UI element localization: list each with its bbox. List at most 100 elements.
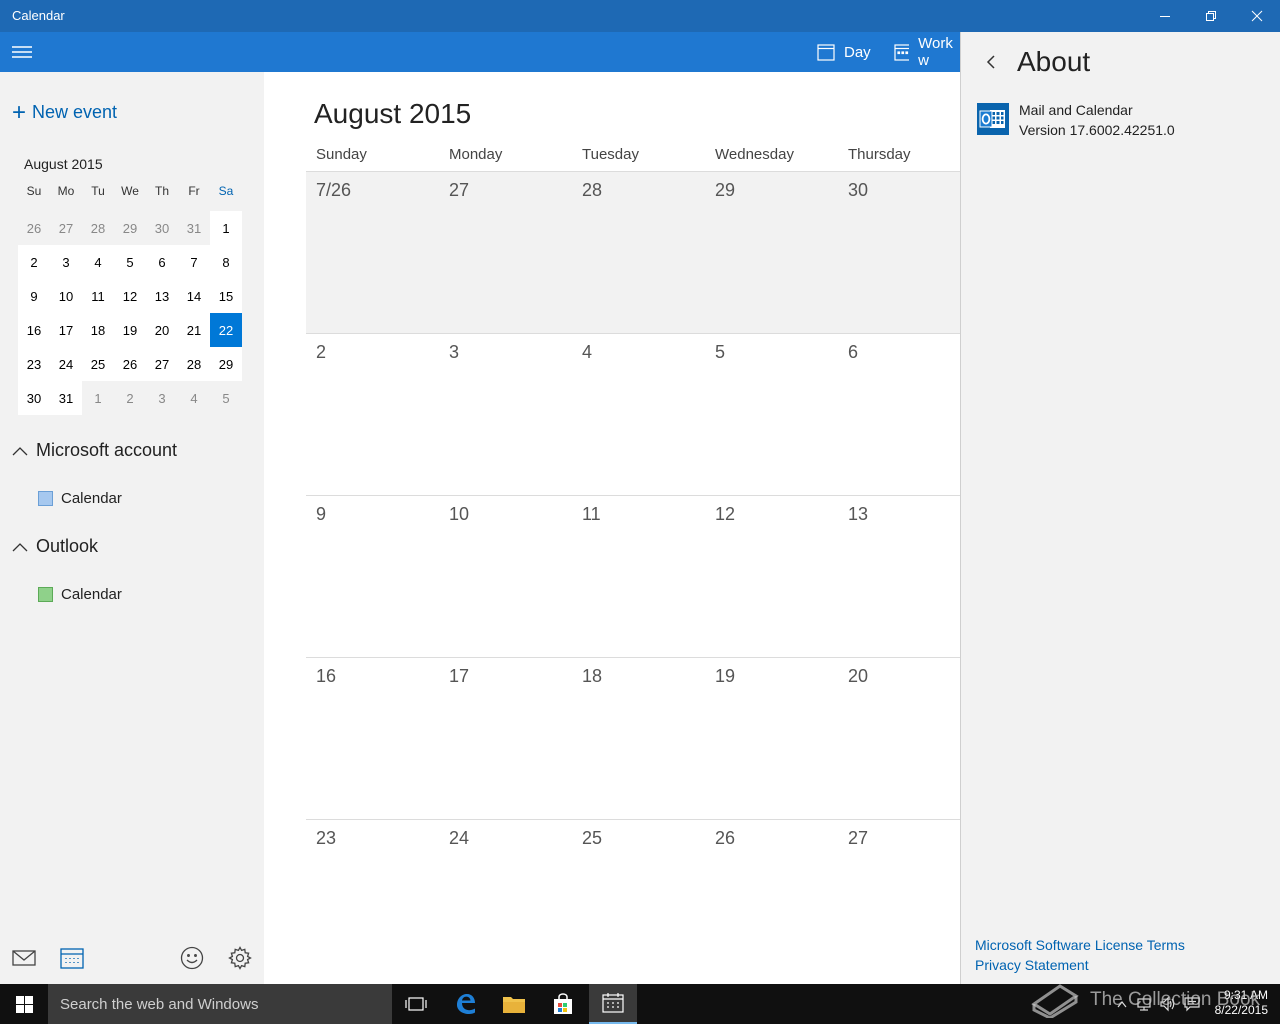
- day-cell[interactable]: 19: [705, 658, 838, 820]
- mini-calendar-day[interactable]: 27: [50, 211, 82, 245]
- new-event-button[interactable]: + New event: [12, 100, 117, 124]
- mini-calendar-day[interactable]: 10: [50, 279, 82, 313]
- mini-calendar-day[interactable]: 5: [210, 381, 242, 415]
- day-cell[interactable]: 29: [705, 172, 838, 334]
- day-number: 17: [449, 666, 470, 686]
- mini-calendar-day[interactable]: 9: [18, 279, 50, 313]
- day-cell[interactable]: 4: [572, 334, 705, 496]
- mini-calendar-day[interactable]: 31: [50, 381, 82, 415]
- mini-calendar-day[interactable]: 3: [146, 381, 178, 415]
- calendar-item-outlook[interactable]: Calendar: [38, 586, 122, 603]
- edge-button[interactable]: [442, 984, 490, 1024]
- back-button[interactable]: [979, 50, 1003, 74]
- start-button[interactable]: [0, 984, 48, 1024]
- calendar-app-button[interactable]: [56, 942, 88, 974]
- mini-calendar-day[interactable]: 4: [82, 245, 114, 279]
- mini-calendar-day[interactable]: 24: [50, 347, 82, 381]
- mini-calendar-day[interactable]: 20: [146, 313, 178, 347]
- mini-calendar-day[interactable]: 29: [210, 347, 242, 381]
- mini-calendar-day[interactable]: 23: [18, 347, 50, 381]
- week-row: 7/26 27 28 29 30: [306, 171, 960, 333]
- work-week-view-button[interactable]: Work w: [894, 32, 960, 72]
- day-view-button[interactable]: Day: [817, 32, 871, 72]
- mini-calendar-day[interactable]: 2: [114, 381, 146, 415]
- restore-button[interactable]: [1188, 0, 1234, 32]
- day-cell[interactable]: 18: [572, 658, 705, 820]
- mini-calendar-day[interactable]: 30: [18, 381, 50, 415]
- day-cell[interactable]: 9: [306, 496, 439, 658]
- mini-calendar-month[interactable]: August 2015: [24, 156, 103, 172]
- hamburger-menu-button[interactable]: [6, 36, 38, 68]
- minimize-button[interactable]: [1142, 0, 1188, 32]
- mini-calendar-day[interactable]: 26: [18, 211, 50, 245]
- privacy-statement-link[interactable]: Privacy Statement: [975, 957, 1089, 973]
- day-cell[interactable]: 13: [838, 496, 960, 658]
- mini-calendar-day[interactable]: 13: [146, 279, 178, 313]
- day-cell[interactable]: 12: [705, 496, 838, 658]
- mini-calendar-day[interactable]: 5: [114, 245, 146, 279]
- mini-calendar-day[interactable]: 1: [210, 211, 242, 245]
- mini-calendar-day[interactable]: 26: [114, 347, 146, 381]
- day-cell[interactable]: 28: [572, 172, 705, 334]
- taskbar-search-box[interactable]: Search the web and Windows: [48, 984, 392, 1024]
- file-explorer-button[interactable]: [490, 984, 538, 1024]
- mini-calendar-day[interactable]: 19: [114, 313, 146, 347]
- mini-calendar-day[interactable]: 4: [178, 381, 210, 415]
- task-view-button[interactable]: [392, 984, 440, 1024]
- day-cell[interactable]: 26: [705, 820, 838, 982]
- day-cell[interactable]: 27: [838, 820, 960, 982]
- mini-calendar-day[interactable]: 2: [18, 245, 50, 279]
- mini-calendar-day[interactable]: 21: [178, 313, 210, 347]
- calendar-item-microsoft[interactable]: Calendar: [38, 490, 122, 507]
- mini-calendar-day[interactable]: 16: [18, 313, 50, 347]
- day-cell[interactable]: 16: [306, 658, 439, 820]
- calendar-taskbar-button[interactable]: [589, 984, 637, 1024]
- feedback-button[interactable]: [176, 942, 208, 974]
- mail-button[interactable]: [8, 942, 40, 974]
- day-cell[interactable]: 17: [439, 658, 572, 820]
- mini-calendar-day[interactable]: 29: [114, 211, 146, 245]
- mini-calendar-day[interactable]: 3: [50, 245, 82, 279]
- mini-calendar-day[interactable]: 1: [82, 381, 114, 415]
- day-cell[interactable]: 11: [572, 496, 705, 658]
- day-cell[interactable]: 30: [838, 172, 960, 334]
- volume-button[interactable]: [1156, 996, 1180, 1012]
- account-header-outlook[interactable]: Outlook: [12, 536, 98, 557]
- mini-calendar-day[interactable]: 31: [178, 211, 210, 245]
- day-cell[interactable]: 24: [439, 820, 572, 982]
- mini-calendar-day[interactable]: 7: [178, 245, 210, 279]
- day-cell[interactable]: 3: [439, 334, 572, 496]
- account-header-microsoft[interactable]: Microsoft account: [12, 440, 177, 461]
- day-cell[interactable]: 20: [838, 658, 960, 820]
- mini-calendar-day[interactable]: 27: [146, 347, 178, 381]
- settings-button[interactable]: [224, 942, 256, 974]
- mini-calendar-day[interactable]: 28: [82, 211, 114, 245]
- day-cell[interactable]: 27: [439, 172, 572, 334]
- taskbar-clock[interactable]: 9:31 AM 8/22/2015: [1215, 988, 1268, 1018]
- mini-calendar-day[interactable]: 25: [82, 347, 114, 381]
- mini-calendar-day[interactable]: 15: [210, 279, 242, 313]
- mini-calendar-day[interactable]: 6: [146, 245, 178, 279]
- day-cell[interactable]: 2: [306, 334, 439, 496]
- mini-calendar-day[interactable]: 8: [210, 245, 242, 279]
- day-cell[interactable]: 23: [306, 820, 439, 982]
- show-hidden-icons-button[interactable]: [1112, 1000, 1132, 1008]
- close-button[interactable]: [1234, 0, 1280, 32]
- mini-calendar-day[interactable]: 17: [50, 313, 82, 347]
- mini-calendar-day[interactable]: 30: [146, 211, 178, 245]
- mini-calendar-day[interactable]: 11: [82, 279, 114, 313]
- day-cell[interactable]: 5: [705, 334, 838, 496]
- day-cell[interactable]: 7/26: [306, 172, 439, 334]
- mini-calendar-day[interactable]: 14: [178, 279, 210, 313]
- store-button[interactable]: [539, 984, 587, 1024]
- mini-calendar-today[interactable]: 22: [210, 313, 242, 347]
- action-center-button[interactable]: [1180, 996, 1204, 1012]
- day-cell[interactable]: 10: [439, 496, 572, 658]
- day-cell[interactable]: 25: [572, 820, 705, 982]
- mini-calendar-day[interactable]: 12: [114, 279, 146, 313]
- day-cell[interactable]: 6: [838, 334, 960, 496]
- network-button[interactable]: [1132, 996, 1156, 1012]
- license-terms-link[interactable]: Microsoft Software License Terms: [975, 937, 1185, 953]
- mini-calendar-day[interactable]: 18: [82, 313, 114, 347]
- mini-calendar-day[interactable]: 28: [178, 347, 210, 381]
